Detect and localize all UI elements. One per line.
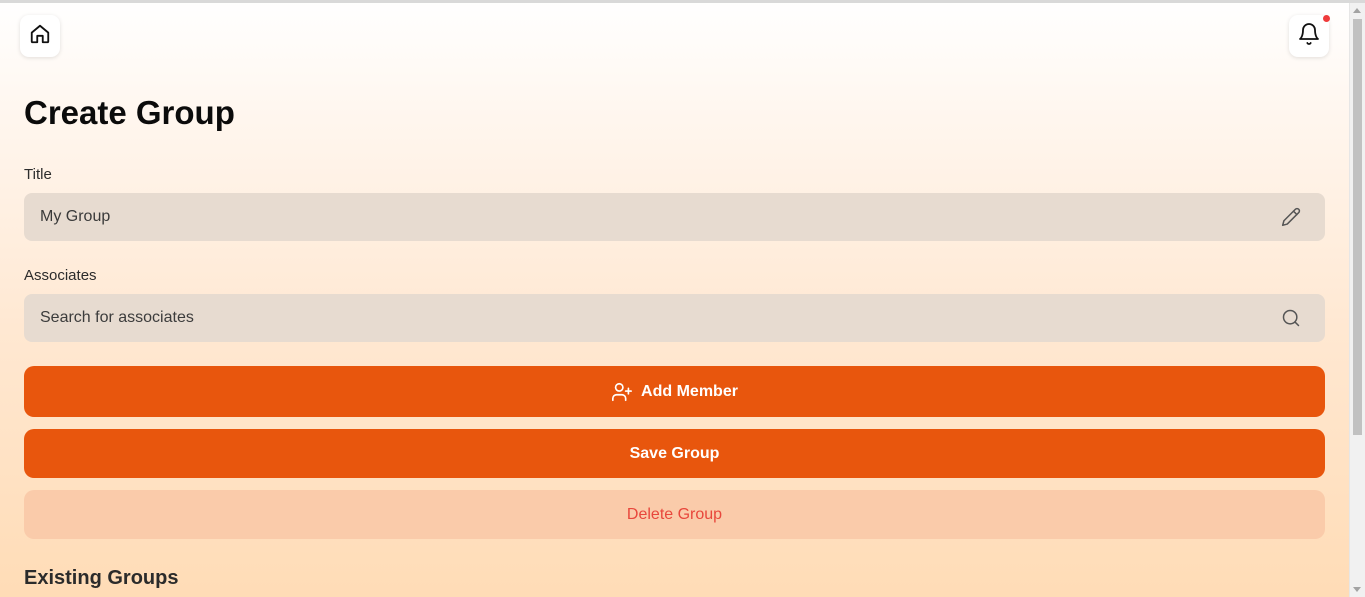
window-top-border	[0, 0, 1365, 3]
scroll-down-arrow-icon[interactable]	[1353, 587, 1361, 592]
delete-group-label: Delete Group	[626, 505, 723, 523]
bell-icon	[1297, 22, 1321, 51]
associates-label: Associates	[24, 267, 97, 284]
home-button[interactable]	[20, 15, 60, 57]
title-input[interactable]	[40, 193, 1240, 241]
add-member-label: Add Member	[641, 382, 738, 400]
vertical-scrollbar[interactable]	[1349, 3, 1365, 597]
save-group-label: Save Group	[629, 444, 720, 462]
scroll-up-arrow-icon[interactable]	[1353, 8, 1361, 13]
notifications-button[interactable]	[1289, 15, 1330, 57]
page-title: Create Group	[24, 94, 235, 131]
home-icon	[29, 23, 51, 50]
associates-search-input[interactable]	[40, 294, 1240, 342]
search-icon[interactable]	[1280, 307, 1302, 329]
add-member-button[interactable]: Add Member	[24, 366, 1325, 417]
delete-group-button[interactable]: Delete Group	[24, 490, 1325, 539]
notification-badge	[1323, 15, 1330, 22]
title-label: Title	[24, 166, 52, 183]
save-group-button[interactable]: Save Group	[24, 429, 1325, 478]
user-plus-icon	[611, 381, 633, 403]
title-field-container	[24, 193, 1325, 241]
existing-groups-heading: Existing Groups	[24, 567, 179, 589]
pencil-icon[interactable]	[1280, 206, 1302, 228]
associates-field-container	[24, 294, 1325, 342]
scrollbar-thumb[interactable]	[1353, 19, 1362, 435]
